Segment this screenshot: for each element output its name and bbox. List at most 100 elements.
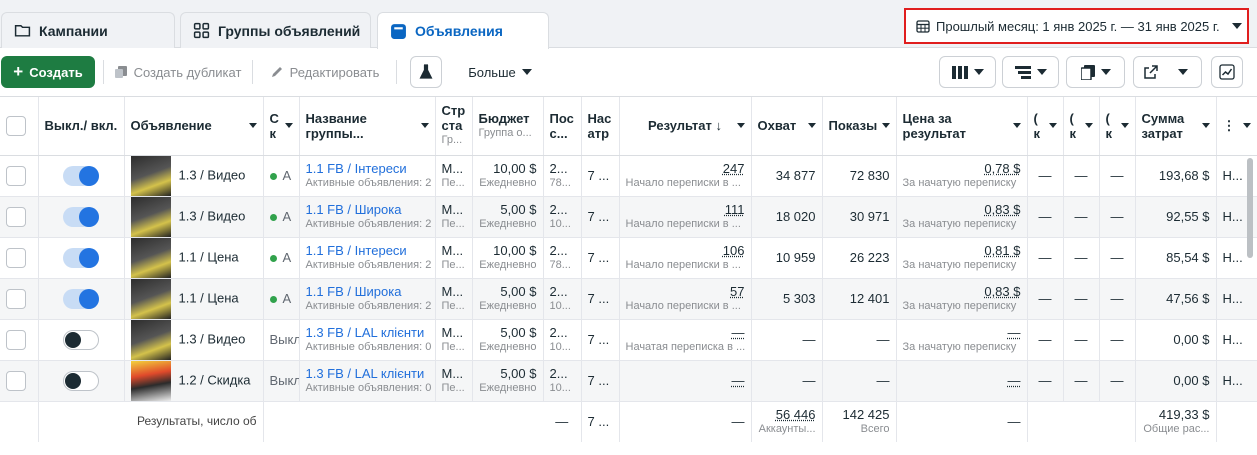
row-last-cell: Н...: [1216, 360, 1257, 402]
cost-per-result-type: За начатую переписку: [902, 340, 1017, 353]
result-value: —: [731, 324, 745, 340]
duplicate-button[interactable]: Создать дубликат: [110, 56, 245, 88]
adset-link[interactable]: 1.3 FB / LAL клієнти: [306, 366, 425, 381]
col-delivery[interactable]: С к: [263, 97, 300, 156]
edit-button[interactable]: Редактировать: [262, 56, 387, 88]
col-last-edit[interactable]: Пос с...: [543, 97, 582, 156]
col-impressions[interactable]: Показы: [822, 97, 897, 156]
strategy-sub: Пе...: [441, 176, 465, 189]
breakdown-icon: [1014, 65, 1031, 79]
col-toggle[interactable]: Выкл./ вкл.: [38, 97, 125, 156]
row-ad-cell[interactable]: 1.3 / Видео: [124, 196, 264, 238]
ad-thumbnail: [130, 319, 171, 359]
tab-ads[interactable]: Объявления: [377, 12, 549, 49]
totals-attribution: 7 ...: [581, 401, 620, 442]
row-ad-cell[interactable]: 1.1 / Цена: [124, 237, 264, 279]
col-adset-name[interactable]: Название группы...: [299, 97, 436, 156]
row-checkbox[interactable]: [6, 247, 26, 268]
reports-button[interactable]: [1066, 56, 1125, 88]
row-adset-cell: 1.3 FB / LAL клієнти Активные объявления:…: [299, 360, 436, 402]
row-strategy-cell: М... Пе...: [435, 360, 473, 402]
adset-link[interactable]: 1.3 FB / LAL клієнти: [306, 325, 425, 340]
adset-link[interactable]: 1.1 FB / Інтереси: [306, 243, 407, 258]
row-toggle-cell: [38, 319, 125, 361]
row-ad-cell[interactable]: 1.2 / Скидка: [124, 360, 264, 402]
more-button[interactable]: Больше: [458, 56, 542, 88]
col-budget-sub: Группа о...: [478, 126, 532, 139]
table-row[interactable]: 1.3 / Видео А 1.1 FB / Широка Активные объя…: [0, 196, 1257, 238]
date-range-picker[interactable]: Прошлый месяц: 1 янв 2025 г. — 31 янв 20…: [904, 8, 1249, 44]
last-edit-sub: 10...: [549, 217, 571, 230]
col-reach[interactable]: Охват: [751, 97, 823, 156]
col-extra-2[interactable]: ( к: [1063, 97, 1100, 156]
ads-table: Выкл./ вкл. Объявление С к Название груп…: [0, 97, 1257, 442]
table-row[interactable]: 1.3 / Видео Выкл 1.3 FB / LAL клієнти Актив…: [0, 319, 1257, 361]
table-row[interactable]: 1.1 / Цена А 1.1 FB / Широка Активные объяв…: [0, 278, 1257, 320]
delivery-toggle[interactable]: [63, 288, 99, 309]
row-toggle-cell: [38, 237, 125, 279]
create-button[interactable]: + Создать: [1, 56, 95, 88]
table-row[interactable]: 1.2 / Скидка Выкл 1.3 FB / LAL клієнти Акти…: [0, 360, 1257, 402]
row-cost-per-result-cell: 0,83 $ За начатую переписку: [896, 196, 1028, 238]
row-extra-2-cell: —: [1063, 155, 1100, 197]
col-cost-per-result[interactable]: Цена за результат: [896, 97, 1028, 156]
adset-active-count: Активные объявления: 2: [305, 176, 432, 189]
strategy-sub: Пе...: [441, 299, 465, 312]
row-attribution-cell: 7 ...: [581, 319, 620, 361]
charts-button[interactable]: [1211, 56, 1243, 88]
delivery-toggle[interactable]: [63, 329, 99, 350]
col-impressions-label: Показы: [828, 118, 878, 134]
active-status-dot: [269, 173, 277, 181]
col-extra-3[interactable]: ( к: [1099, 97, 1136, 156]
row-checkbox[interactable]: [6, 329, 26, 350]
row-ad-cell[interactable]: 1.3 / Видео: [124, 155, 264, 197]
adset-link[interactable]: 1.1 FB / Інтереси: [306, 161, 407, 176]
col-ad[interactable]: Объявление: [124, 97, 264, 156]
row-last-edit-cell: 2... 78...: [543, 155, 582, 197]
col-adset-name-label: Название группы...: [305, 110, 367, 141]
ad-name: 1.3 / Видео: [178, 330, 246, 346]
delivery-toggle[interactable]: [63, 206, 99, 227]
columns-button[interactable]: [939, 56, 996, 88]
row-ad-cell[interactable]: 1.3 / Видео: [124, 319, 264, 361]
table-row[interactable]: 1.3 / Видео А 1.1 FB / Інтереси Активные об…: [0, 155, 1257, 197]
col-strategy-label: Стр ста: [441, 103, 466, 134]
adset-link[interactable]: 1.1 FB / Широка: [306, 284, 402, 299]
select-all-checkbox[interactable]: [6, 115, 26, 136]
row-extra-3-cell: —: [1099, 237, 1136, 279]
toolbar-divider: [396, 60, 397, 84]
delivery-toggle[interactable]: [63, 165, 99, 186]
totals-result: —: [619, 401, 752, 442]
ab-test-button[interactable]: [410, 56, 442, 88]
row-checkbox[interactable]: [6, 370, 26, 391]
adset-link[interactable]: 1.1 FB / Широка: [306, 202, 402, 217]
table-scrollbar[interactable]: [1247, 158, 1253, 258]
delivery-toggle[interactable]: [63, 247, 99, 268]
reports-icon: [1080, 64, 1095, 80]
col-extra-1[interactable]: ( к: [1027, 97, 1064, 156]
col-strategy[interactable]: Стр ста Гр...: [435, 97, 473, 156]
row-cost-per-result-cell: 0,83 $ За начатую переписку: [896, 278, 1028, 320]
breakdown-button[interactable]: [1002, 56, 1059, 88]
col-more[interactable]: ⋮: [1216, 97, 1257, 156]
row-checkbox[interactable]: [6, 165, 26, 186]
row-select-cell: [0, 360, 39, 402]
delivery-toggle[interactable]: [63, 370, 99, 391]
row-checkbox[interactable]: [6, 206, 26, 227]
col-result[interactable]: Результат ↓: [619, 97, 752, 156]
row-ad-cell[interactable]: 1.1 / Цена: [124, 278, 264, 320]
strategy-value: М...: [441, 201, 464, 217]
active-status-dot: [269, 255, 277, 263]
col-budget[interactable]: Бюджет Группа о...: [472, 97, 544, 156]
tab-adsets[interactable]: Группы объявлений: [180, 12, 371, 48]
row-checkbox[interactable]: [6, 288, 26, 309]
export-button[interactable]: [1133, 56, 1202, 88]
budget-value: 5,00 $: [500, 201, 537, 217]
result-type: Начало переписки в ...: [625, 176, 741, 189]
col-last-edit-label: Пос с...: [549, 110, 574, 141]
row-toggle-cell: [38, 155, 125, 197]
col-attribution[interactable]: Нас атр: [581, 97, 620, 156]
tab-campaigns[interactable]: Кампании: [1, 12, 175, 48]
table-row[interactable]: 1.1 / Цена А 1.1 FB / Інтереси Активные объ…: [0, 237, 1257, 279]
col-spend[interactable]: Сумма затрат: [1135, 97, 1217, 156]
